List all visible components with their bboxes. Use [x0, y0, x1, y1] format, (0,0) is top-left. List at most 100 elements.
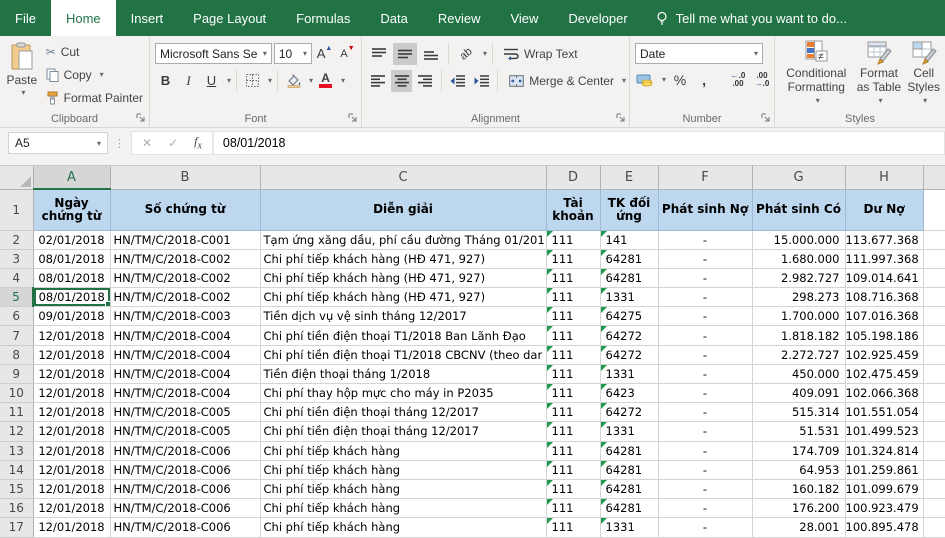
cell[interactable]: 111: [546, 384, 600, 403]
cell[interactable]: HN/TM/C/2018-C004: [110, 345, 260, 364]
cell[interactable]: 111: [546, 422, 600, 441]
cell[interactable]: HN/TM/C/2018-C005: [110, 422, 260, 441]
column-header-e[interactable]: E: [600, 166, 658, 189]
cell[interactable]: 102.925.459: [845, 345, 923, 364]
tab-formulas[interactable]: Formulas: [281, 0, 365, 36]
comma-style-button[interactable]: ,: [694, 69, 714, 91]
font-color-button[interactable]: A: [315, 70, 336, 92]
bold-button[interactable]: B: [155, 70, 176, 92]
cell[interactable]: 15.000.000: [752, 230, 845, 249]
cell[interactable]: 111: [546, 479, 600, 498]
cell[interactable]: 100.895.478: [845, 518, 923, 537]
cell[interactable]: 111: [546, 326, 600, 345]
cell[interactable]: 111: [546, 249, 600, 268]
cell[interactable]: Chi phí tiếp khách hàng: [260, 460, 546, 479]
cell[interactable]: 64272: [600, 403, 658, 422]
tab-review[interactable]: Review: [423, 0, 496, 36]
cell[interactable]: HN/TM/C/2018-C006: [110, 441, 260, 460]
insert-function-icon[interactable]: fx: [194, 134, 202, 151]
cell-empty[interactable]: [923, 345, 945, 364]
cell[interactable]: Dư Nợ: [845, 189, 923, 230]
cell[interactable]: 12/01/2018: [33, 345, 110, 364]
number-dialog-launcher-icon[interactable]: [761, 113, 771, 123]
percent-style-button[interactable]: %: [670, 69, 690, 91]
cell[interactable]: HN/TM/C/2018-C004: [110, 384, 260, 403]
row-header[interactable]: 13: [0, 441, 33, 460]
cell[interactable]: 64281: [600, 460, 658, 479]
cell[interactable]: 101.099.679: [845, 479, 923, 498]
underline-caret-icon[interactable]: ▾: [227, 76, 231, 85]
formula-bar-splitter[interactable]: ⋮: [108, 137, 131, 150]
cell[interactable]: 111: [546, 288, 600, 307]
tab-data[interactable]: Data: [365, 0, 422, 36]
cell[interactable]: 12/01/2018: [33, 403, 110, 422]
cell-styles-button[interactable]: Cell Styles▾: [905, 39, 942, 110]
cell[interactable]: 12/01/2018: [33, 384, 110, 403]
align-center-button[interactable]: [391, 70, 413, 92]
tab-developer[interactable]: Developer: [553, 0, 642, 36]
column-header-f[interactable]: F: [658, 166, 752, 189]
tell-me-box[interactable]: Tell me what you want to do...: [643, 0, 859, 36]
align-left-button[interactable]: [367, 70, 389, 92]
row-header[interactable]: 8: [0, 345, 33, 364]
cell[interactable]: Diễn giải: [260, 189, 546, 230]
cell[interactable]: 2.272.727: [752, 345, 845, 364]
font-color-caret-icon[interactable]: ▾: [341, 76, 345, 85]
cell-empty[interactable]: [923, 288, 945, 307]
row-header[interactable]: 17: [0, 518, 33, 537]
cell[interactable]: 101.324.814: [845, 441, 923, 460]
cell[interactable]: HN/TM/C/2018-C003: [110, 307, 260, 326]
paste-dropdown-caret-icon[interactable]: ▾: [21, 88, 25, 97]
cell[interactable]: 1.818.182: [752, 326, 845, 345]
cell-empty[interactable]: [923, 189, 945, 230]
row-header[interactable]: 6: [0, 307, 33, 326]
cell[interactable]: 111: [546, 441, 600, 460]
cell[interactable]: 12/01/2018: [33, 499, 110, 518]
row-header[interactable]: 4: [0, 268, 33, 287]
borders-caret-icon[interactable]: ▾: [268, 76, 272, 85]
cell[interactable]: 12/01/2018: [33, 326, 110, 345]
cell[interactable]: 09/01/2018: [33, 307, 110, 326]
cell[interactable]: -: [658, 268, 752, 287]
select-all-corner[interactable]: [0, 166, 33, 189]
wrap-text-button[interactable]: Wrap Text: [498, 47, 578, 61]
cell-empty[interactable]: [923, 230, 945, 249]
cell[interactable]: HN/TM/C/2018-C006: [110, 499, 260, 518]
cell[interactable]: Chi phí tiền điện thoại tháng 12/2017: [260, 422, 546, 441]
font-dialog-launcher-icon[interactable]: [348, 113, 358, 123]
cell[interactable]: -: [658, 499, 752, 518]
cell[interactable]: -: [658, 307, 752, 326]
cell[interactable]: -: [658, 345, 752, 364]
tab-view[interactable]: View: [495, 0, 553, 36]
fill-color-caret-icon[interactable]: ▾: [309, 76, 313, 85]
cell-empty[interactable]: [923, 326, 945, 345]
column-header-b[interactable]: B: [110, 166, 260, 189]
cell[interactable]: Tiền dịch vụ vệ sinh tháng 12/2017: [260, 307, 546, 326]
cell[interactable]: 102.066.368: [845, 384, 923, 403]
italic-button[interactable]: I: [178, 70, 199, 92]
formula-input[interactable]: 08/01/2018: [213, 131, 945, 155]
cell-empty[interactable]: [923, 422, 945, 441]
tab-page-layout[interactable]: Page Layout: [178, 0, 281, 36]
cell[interactable]: Phát sinh Có: [752, 189, 845, 230]
cell[interactable]: -: [658, 441, 752, 460]
cell[interactable]: 109.014.641: [845, 268, 923, 287]
cell[interactable]: 102.475.459: [845, 364, 923, 383]
cell[interactable]: Chi phí tiền điện thoại T1/2018 CBCNV (t…: [260, 345, 546, 364]
row-header[interactable]: 10: [0, 384, 33, 403]
cell[interactable]: HN/TM/C/2018-C002: [110, 288, 260, 307]
cell[interactable]: 298.273: [752, 288, 845, 307]
cell[interactable]: TK đối ứng: [600, 189, 658, 230]
cell[interactable]: 51.531: [752, 422, 845, 441]
cell[interactable]: Chi phí tiếp khách hàng (HĐ 471, 927): [260, 288, 546, 307]
cell[interactable]: -: [658, 249, 752, 268]
cell[interactable]: 12/01/2018: [33, 422, 110, 441]
enter-icon[interactable]: ✓: [168, 136, 178, 150]
merge-center-button[interactable]: Merge & Center▾: [503, 74, 626, 88]
cell[interactable]: Ngày chứng từ: [33, 189, 110, 230]
cell[interactable]: Chi phí tiếp khách hàng: [260, 499, 546, 518]
row-header[interactable]: 7: [0, 326, 33, 345]
cell[interactable]: 12/01/2018: [33, 479, 110, 498]
cell[interactable]: 28.001: [752, 518, 845, 537]
cell[interactable]: Chi phí tiếp khách hàng (HĐ 471, 927): [260, 268, 546, 287]
